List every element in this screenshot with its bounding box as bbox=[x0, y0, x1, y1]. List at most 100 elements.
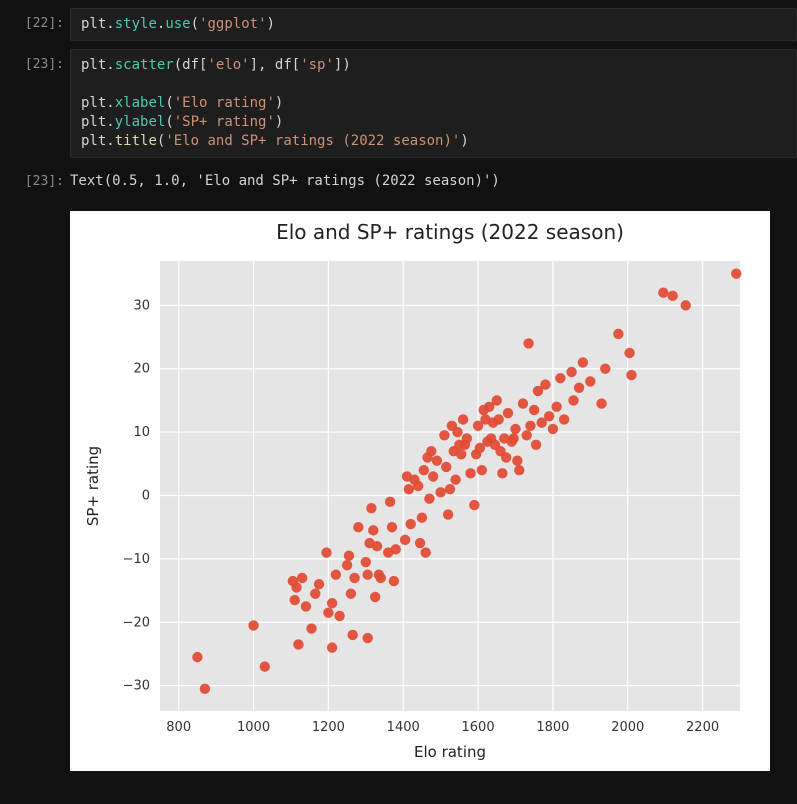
code-token: plt bbox=[81, 16, 106, 32]
output-prompt-blank bbox=[0, 205, 70, 217]
code-token: ) bbox=[460, 133, 468, 149]
scatter-point bbox=[441, 462, 451, 472]
scatter-point bbox=[366, 503, 376, 513]
scatter-point bbox=[462, 433, 472, 443]
scatter-point bbox=[376, 573, 386, 583]
code-token: ], df[ bbox=[250, 57, 301, 73]
x-tick-label: 1600 bbox=[462, 720, 495, 735]
y-tick-label: −10 bbox=[123, 552, 150, 567]
code-token: 'Elo rating' bbox=[174, 95, 275, 111]
y-tick-label: 20 bbox=[133, 362, 150, 377]
output-prompt: [23]: bbox=[0, 166, 70, 197]
scatter-point bbox=[681, 300, 691, 310]
scatter-point bbox=[361, 557, 371, 567]
scatter-point bbox=[327, 642, 337, 652]
scatter-point bbox=[368, 525, 378, 535]
x-tick-label: 1200 bbox=[312, 720, 345, 735]
code-token: ( bbox=[191, 16, 199, 32]
code-token: 'ggplot' bbox=[199, 16, 266, 32]
scatter-point bbox=[574, 383, 584, 393]
scatter-point bbox=[362, 633, 372, 643]
scatter-point bbox=[518, 398, 528, 408]
code-token: use bbox=[165, 16, 190, 32]
code-cell-23: [23]: plt.scatter(df['elo'], df['sp']) p… bbox=[0, 49, 797, 158]
output-cell-23-figure: 8001000120014001600180020002200−30−20−10… bbox=[0, 205, 797, 781]
code-token: ( bbox=[165, 114, 173, 130]
scatter-point bbox=[297, 573, 307, 583]
code-token: xlabel bbox=[115, 95, 166, 111]
scatter-point bbox=[314, 579, 324, 589]
notebook-root: [22]: plt.style.use('ggplot') [23]: plt.… bbox=[0, 0, 797, 781]
scatter-point bbox=[450, 474, 460, 484]
scatter-point bbox=[531, 440, 541, 450]
scatter-point bbox=[290, 595, 300, 605]
code-token: . bbox=[106, 114, 114, 130]
scatter-point bbox=[566, 367, 576, 377]
scatter-point bbox=[420, 547, 430, 557]
scatter-point bbox=[510, 424, 520, 434]
scatter-point bbox=[342, 560, 352, 570]
scatter-point bbox=[349, 573, 359, 583]
scatter-point bbox=[568, 395, 578, 405]
scatter-point bbox=[514, 465, 524, 475]
code-token: ylabel bbox=[115, 114, 166, 130]
code-token: (df[ bbox=[174, 57, 208, 73]
scatter-point bbox=[370, 592, 380, 602]
scatter-point bbox=[477, 465, 487, 475]
code-token: plt bbox=[81, 95, 106, 111]
scatter-point bbox=[548, 424, 558, 434]
scatter-point bbox=[387, 522, 397, 532]
scatter-point bbox=[432, 455, 442, 465]
scatter-point bbox=[406, 519, 416, 529]
chart-svg: 8001000120014001600180020002200−30−20−10… bbox=[70, 211, 770, 771]
scatter-point bbox=[192, 652, 202, 662]
x-tick-label: 1800 bbox=[536, 720, 569, 735]
input-prompt: [22]: bbox=[0, 8, 70, 39]
scatter-point bbox=[344, 551, 354, 561]
scatter-point bbox=[426, 446, 436, 456]
figure-output: 8001000120014001600180020002200−30−20−10… bbox=[70, 205, 797, 781]
y-tick-label: −30 bbox=[123, 679, 150, 694]
scatter-point bbox=[424, 493, 434, 503]
scatter-point bbox=[522, 430, 532, 440]
scatter-point bbox=[658, 287, 668, 297]
scatter-point bbox=[400, 535, 410, 545]
code-token: . bbox=[106, 133, 114, 149]
scatter-point bbox=[578, 357, 588, 367]
code-token: scatter bbox=[115, 57, 174, 73]
code-token: 'SP+ rating' bbox=[174, 114, 275, 130]
scatter-point bbox=[613, 329, 623, 339]
scatter-point bbox=[559, 414, 569, 424]
scatter-point bbox=[443, 509, 453, 519]
y-tick-label: −20 bbox=[123, 615, 150, 630]
execute-result-text: Text(0.5, 1.0, 'Elo and SP+ ratings (202… bbox=[70, 166, 797, 197]
scatter-point bbox=[306, 623, 316, 633]
scatter-point bbox=[389, 576, 399, 586]
scatter-point bbox=[348, 630, 358, 640]
scatter-point bbox=[529, 405, 539, 415]
scatter-point bbox=[346, 589, 356, 599]
y-axis-label: SP+ rating bbox=[84, 446, 102, 526]
scatter-point bbox=[331, 570, 341, 580]
code-token: ) bbox=[275, 114, 283, 130]
scatter-point bbox=[260, 661, 270, 671]
scatter-point bbox=[501, 452, 511, 462]
code-token: ) bbox=[267, 16, 275, 32]
scatter-point bbox=[458, 414, 468, 424]
scatter-point bbox=[321, 547, 331, 557]
scatter-point bbox=[323, 608, 333, 618]
scatter-point bbox=[291, 582, 301, 592]
scatter-chart: 8001000120014001600180020002200−30−20−10… bbox=[70, 211, 770, 771]
code-editor[interactable]: plt.scatter(df['elo'], df['sp']) plt.xla… bbox=[70, 49, 797, 158]
scatter-point bbox=[248, 620, 258, 630]
code-editor[interactable]: plt.style.use('ggplot') bbox=[70, 8, 797, 41]
scatter-point bbox=[497, 468, 507, 478]
scatter-point bbox=[600, 364, 610, 374]
scatter-point bbox=[417, 512, 427, 522]
scatter-point bbox=[310, 589, 320, 599]
chart-title: Elo and SP+ ratings (2022 season) bbox=[276, 220, 624, 244]
x-tick-label: 2200 bbox=[686, 720, 719, 735]
scatter-point bbox=[551, 402, 561, 412]
scatter-point bbox=[508, 433, 518, 443]
scatter-point bbox=[293, 639, 303, 649]
